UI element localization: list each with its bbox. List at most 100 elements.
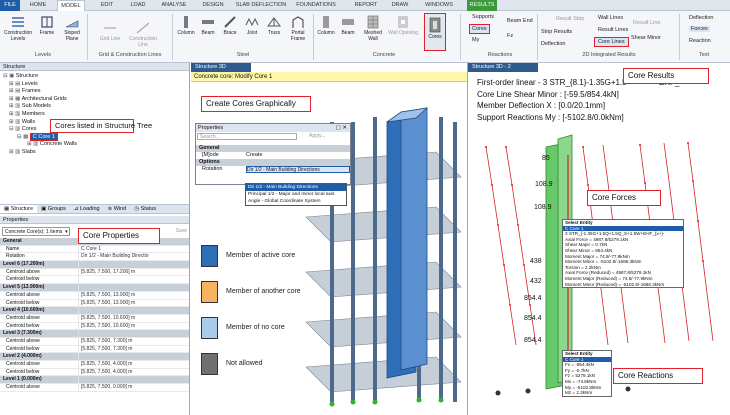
panel-tab-status[interactable]: ◷ Status: [130, 205, 160, 213]
property-row: Centroid below [5.825, 7.500, 10.600] m: [0, 322, 189, 331]
property-section[interactable]: Level 6 (17.200m): [0, 261, 189, 269]
dialog-search-input[interactable]: Search...: [197, 133, 297, 140]
my-toggle[interactable]: My: [472, 37, 479, 43]
property-key: Centroid above: [6, 384, 40, 391]
tree-item-members[interactable]: ⊞ ▥ Members: [3, 111, 189, 119]
property-value[interactable]: [5.825, 7.500, 10.600] m: [78, 322, 189, 330]
deflection-text-toggle[interactable]: Deflection: [689, 15, 713, 21]
core-lines-toggle[interactable]: Core Lines: [594, 37, 629, 47]
property-section[interactable]: Level 3 (7.300m): [0, 330, 189, 338]
tab-draw[interactable]: DRAW: [388, 0, 412, 11]
tab-load[interactable]: LOAD: [126, 0, 150, 11]
tab-file[interactable]: FILE: [0, 0, 20, 11]
mode-value[interactable]: Create: [246, 152, 263, 159]
frame-button[interactable]: Frame: [36, 15, 58, 36]
property-value[interactable]: [5.825, 7.500, 4.000] m: [78, 368, 189, 376]
property-value[interactable]: [5.825, 7.500, 13.900] m: [78, 299, 189, 307]
tab-home[interactable]: HOME: [26, 0, 50, 11]
cores-result-toggle[interactable]: Cores: [469, 24, 490, 34]
truss-button[interactable]: Truss: [264, 15, 284, 36]
panel-tab-structure[interactable]: ▦ Structure: [0, 205, 38, 213]
tree-item-slabs[interactable]: ⊞ ▥ Slabs: [3, 149, 189, 157]
dropdown-option[interactable]: Dir 1/2 - Main Building Directions: [246, 184, 346, 191]
tab-edit[interactable]: EDIT: [96, 0, 118, 11]
property-section[interactable]: Level 2 (4.000m): [0, 353, 189, 361]
property-value[interactable]: [5.825, 7.500, 17.200] m: [78, 268, 189, 276]
portal-frame-button[interactable]: Portal Frame: [286, 15, 310, 42]
property-value[interactable]: [5.825, 7.500, 7.300] m: [78, 337, 189, 345]
groups-icon: ▣: [41, 206, 48, 212]
rotation-select[interactable]: Dir 1/2 - Main Building Directions: [246, 166, 350, 173]
construction-line-button[interactable]: Construction Line: [126, 21, 160, 48]
tree-item-structure[interactable]: ⊟ ▣ Structure: [3, 73, 189, 81]
property-value[interactable]: [5.825, 7.500, 0.000] m: [78, 384, 189, 391]
property-value[interactable]: [78, 276, 189, 284]
panel-tab-groups[interactable]: ▣ Groups: [37, 205, 70, 213]
tab-report[interactable]: REPORT: [352, 0, 380, 11]
reaction-row: Mz = 2.2kNm: [565, 390, 593, 396]
concrete-beam-button[interactable]: Beam: [338, 15, 358, 36]
construction-levels-button[interactable]: Construction Levels: [3, 15, 33, 42]
dropdown-option[interactable]: Angle - Global Coordinate System: [246, 198, 346, 205]
tab-structure-3d[interactable]: Structure 3D: [191, 63, 251, 72]
strip-results-toggle[interactable]: Strip Results: [541, 29, 572, 35]
tab-structure-3d-2[interactable]: Structure 3D - 2: [468, 63, 538, 72]
close-icon[interactable]: ▢ ✕: [336, 124, 347, 132]
structure-panel-title: Structure: [0, 63, 189, 71]
property-value[interactable]: [5.825, 7.500, 13.900] m: [78, 291, 189, 299]
tree-item-concrete-walls[interactable]: ⊞ ▥ Concrete Walls: [3, 141, 189, 149]
tab-model[interactable]: MODEL: [57, 0, 85, 11]
panel-tab-loading[interactable]: ⊿ Loading: [70, 205, 104, 213]
beam-icon: [202, 20, 214, 24]
core-reactions-popup: Select Entity C Core 1 Fx = -854.4kN Fy =…: [562, 350, 612, 397]
steel-beam-button[interactable]: Beam: [198, 15, 218, 36]
shear-minor-dropdown[interactable]: Shear Minor: [631, 35, 661, 41]
result-line-button[interactable]: Result Line: [633, 20, 661, 26]
tree-item-levels[interactable]: ⊞ ▤ Levels: [3, 81, 189, 89]
tree-item-frames[interactable]: ⊞ ▤ Frames: [3, 88, 189, 96]
panel-tab-wind[interactable]: ≋ Wind: [104, 205, 131, 213]
property-value[interactable]: C Core 1: [78, 245, 189, 253]
property-value[interactable]: Dir 1/2 - Main Building Directio: [78, 253, 189, 261]
grid-line-icon: [104, 27, 116, 29]
frame-icon: [41, 16, 53, 28]
joist-button[interactable]: Joist: [242, 15, 262, 36]
meshed-wall-button[interactable]: Meshed Wall: [360, 15, 386, 42]
steel-column-button[interactable]: Column: [176, 15, 196, 36]
tab-foundations[interactable]: FOUNDATIONS: [294, 0, 338, 11]
dropdown-option[interactable]: Principal 1/2 - Major and minor local ax…: [246, 191, 346, 198]
tab-analyse[interactable]: ANALYSE: [158, 0, 190, 11]
property-value[interactable]: [5.825, 7.500, 10.600] m: [78, 314, 189, 322]
tab-slab-deflection[interactable]: SLAB DEFLECTION: [234, 0, 288, 11]
wall-opening-button[interactable]: Wall Opening: [388, 15, 418, 36]
selection-dropdown[interactable]: Concrete Core(s): 1 items ▾: [2, 226, 70, 236]
property-value[interactable]: [5.825, 7.500, 7.300] m: [78, 345, 189, 353]
tab-design[interactable]: DESIGN: [198, 0, 228, 11]
sloped-plane-button[interactable]: Sloped Plane: [60, 15, 84, 42]
property-section[interactable]: Level 5 (13.900m): [0, 284, 189, 292]
tree-item-architectural-grids[interactable]: ⊞ ▦ Architectural Grids: [3, 96, 189, 104]
save-button[interactable]: Save: [176, 228, 187, 234]
apply-button[interactable]: Apply...: [309, 133, 325, 140]
property-value[interactable]: [5.825, 7.500, 4.000] m: [78, 361, 189, 368]
result-strip-button[interactable]: Result Strip: [556, 16, 584, 22]
tree-item-c-core-1[interactable]: ⊟ ▩ C Core 1: [3, 132, 189, 142]
reaction-text-toggle[interactable]: Reaction: [689, 38, 711, 44]
property-section[interactable]: Level 4 (10.600m): [0, 307, 189, 315]
cores-button[interactable]: Cores: [424, 13, 446, 51]
beam-end-toggle[interactable]: Beam End: [507, 18, 533, 24]
fz-toggle[interactable]: Fz: [507, 33, 513, 39]
supports-toggle[interactable]: Supports: [472, 14, 494, 20]
deflection-dropdown[interactable]: Deflection: [541, 41, 565, 47]
tree-item-sub-models[interactable]: ⊞ ▥ Sub Models: [3, 103, 189, 111]
forces-text-toggle[interactable]: Forces: [689, 26, 710, 32]
tab-results[interactable]: RESULTS: [467, 0, 497, 11]
property-section[interactable]: Level 1 (0.000m): [0, 376, 189, 385]
result-lines-toggle[interactable]: Result Lines: [598, 27, 628, 33]
property-row: Centroid below [5.825, 7.500, 13.900] m: [0, 299, 189, 308]
tab-windows[interactable]: WINDOWS: [423, 0, 455, 11]
brace-button[interactable]: Brace: [220, 15, 240, 36]
wall-lines-toggle[interactable]: Wall Lines: [598, 15, 623, 21]
concrete-column-button[interactable]: Column: [316, 15, 336, 36]
grid-line-button[interactable]: Grid Line: [96, 21, 124, 42]
